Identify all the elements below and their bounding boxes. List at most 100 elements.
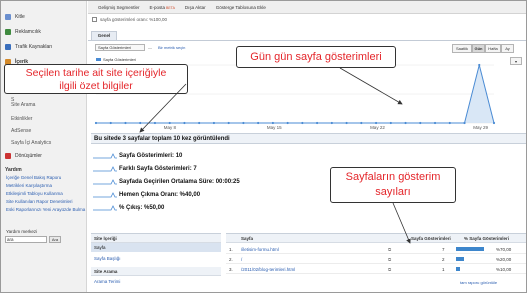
- metric-label: Hemen Çıkma Oranı: %40,00: [119, 192, 201, 198]
- chart-point[interactable]: [153, 121, 157, 125]
- add-to-dashboard-button[interactable]: Gösterge Tablosuna Ekle: [216, 5, 266, 10]
- chart-type-button[interactable]: ▾: [510, 57, 522, 65]
- external-link-icon[interactable]: ⧉: [388, 247, 391, 252]
- help-link[interactable]: Metrikleri Karşılaştırma: [6, 183, 52, 188]
- compare-metric-link[interactable]: Bir metrik seçin: [158, 45, 185, 50]
- chart-point[interactable]: [94, 121, 98, 125]
- sidebar-subitem-events[interactable]: Etkinlikler: [11, 116, 32, 122]
- chart-point[interactable]: [448, 121, 451, 125]
- site-content-row-page-title[interactable]: Sayfa Başlığı: [91, 254, 221, 263]
- sparkline-icon: [93, 153, 117, 159]
- traffic-icon: [5, 44, 11, 50]
- chart-point[interactable]: [404, 121, 407, 125]
- column-header-pageviews-pct[interactable]: % Sayfa Gösterimleri: [464, 236, 509, 241]
- pageviews-pct: %70,00: [496, 247, 512, 252]
- external-link-icon[interactable]: ⧉: [388, 267, 391, 272]
- sidebar-subitem-in-page-analytics[interactable]: Sayfa İçi Analytics: [11, 140, 51, 146]
- chart-point[interactable]: [433, 121, 437, 125]
- share-bar: [456, 247, 484, 251]
- chart-point[interactable]: [301, 121, 304, 125]
- chart-point[interactable]: [389, 121, 392, 125]
- chart-point[interactable]: [183, 121, 186, 125]
- column-header-page[interactable]: Sayfa: [241, 236, 253, 241]
- metric-row: Farklı Sayfa Gösterimleri: 7: [93, 164, 197, 174]
- chart-x-tick-label: May 29: [473, 125, 488, 130]
- sidebar-item-advertising[interactable]: Reklamcılık: [1, 26, 87, 38]
- chart-point[interactable]: [345, 121, 348, 125]
- page-link[interactable]: /: [241, 257, 242, 262]
- beta-badge: BETA: [166, 5, 175, 10]
- chart-point[interactable]: [360, 121, 363, 125]
- ads-icon: [5, 29, 11, 35]
- chart-point[interactable]: [168, 121, 171, 125]
- site-content-heading: Site İçeriği: [91, 234, 221, 243]
- share-bar: [456, 257, 464, 261]
- period-hourly-button[interactable]: Saatlik: [452, 44, 472, 53]
- chart-point[interactable]: [124, 121, 127, 125]
- site-search-row-term[interactable]: Arama Terimi: [91, 277, 221, 286]
- export-button[interactable]: Dışa Aktar: [185, 5, 206, 10]
- metric-select[interactable]: Sayfa Gösterimleri: [95, 44, 145, 51]
- chart-point[interactable]: [330, 121, 333, 125]
- period-day-button[interactable]: Gün: [472, 44, 485, 53]
- chart-point[interactable]: [419, 121, 422, 125]
- help-link[interactable]: Eski Raporlarınızı Yeni Arayüzde Bulma: [6, 207, 85, 212]
- chart-point[interactable]: [257, 121, 260, 125]
- site-content-row-page[interactable]: Sayfa: [91, 243, 221, 252]
- share-bar: [456, 267, 460, 271]
- email-button[interactable]: E-postaBETA: [150, 5, 175, 10]
- sidebar-subitem-site-search[interactable]: Site Arama: [11, 102, 35, 108]
- page-link[interactable]: /2011/02/blog-terimleri.html: [241, 267, 295, 272]
- sidebar-item-label: Dönüşümler: [15, 153, 42, 159]
- period-month-button[interactable]: Ay: [501, 44, 514, 53]
- sidebar-item-traffic-sources[interactable]: Trafik Kaynakları: [1, 41, 87, 53]
- chart-point[interactable]: [463, 121, 466, 125]
- help-link[interactable]: Etkileşimli Tabloyu Kullanma: [6, 191, 63, 196]
- advanced-segments-button[interactable]: Gelişmiş Segmentler: [98, 5, 140, 10]
- metric-label: % Çıkış: %50,00: [119, 205, 165, 211]
- annotation-page-views-line1: Sayfaların gösterim: [345, 171, 441, 183]
- pageviews-pct: %10,00: [496, 267, 512, 272]
- sidebar: Kitle Reklamcılık Trafik Kaynakları İçer…: [1, 1, 87, 292]
- pageviews-value: 7: [442, 247, 445, 252]
- metric-label: Sayfa Gösterimleri: 10: [119, 153, 183, 159]
- pageviews-pct: %20,00: [496, 257, 512, 262]
- sparkline-icon: [93, 192, 117, 198]
- site-search-heading: Site Arama: [91, 267, 221, 276]
- email-label: E-posta: [149, 4, 166, 10]
- chart-point[interactable]: [139, 121, 142, 125]
- sidebar-item-conversions[interactable]: Dönüşümler: [1, 150, 87, 162]
- chart-point[interactable]: [109, 121, 112, 125]
- period-week-button[interactable]: Hafta: [485, 44, 501, 53]
- help-search-button[interactable]: Ara: [49, 236, 61, 243]
- sidebar-item-label: Reklamcılık: [15, 29, 41, 35]
- chart-point[interactable]: [478, 63, 481, 67]
- chart-x-tick-label: May 8: [164, 125, 177, 130]
- chart-point[interactable]: [286, 121, 289, 125]
- help-search-input[interactable]: ara: [5, 236, 47, 243]
- checkbox-icon: [92, 17, 97, 22]
- help-link[interactable]: Site Kullanıları Rapor Denetimleri: [6, 199, 73, 204]
- sparkline-icon: [93, 166, 117, 172]
- view-full-report-link[interactable]: tam raporu görüntüle: [460, 280, 497, 285]
- chart-point[interactable]: [212, 121, 216, 125]
- chart-point[interactable]: [374, 121, 378, 125]
- tab-overview[interactable]: Genel Bakış: [91, 31, 117, 46]
- row-number: 2.: [229, 257, 233, 262]
- chart-point[interactable]: [271, 121, 274, 125]
- annotation-page-views-line2: sayıları: [375, 186, 411, 198]
- sidebar-subitem-adsense[interactable]: AdSense: [11, 128, 31, 134]
- pageviews-value: 1: [442, 267, 445, 272]
- chart-point[interactable]: [227, 121, 230, 125]
- sidebar-item-audience[interactable]: Kitle: [1, 11, 87, 23]
- chart-point[interactable]: [492, 121, 496, 125]
- metric-row: Sayfada Geçirilen Ortalama Süre: 00:00:2…: [93, 177, 240, 187]
- chart-point[interactable]: [198, 121, 201, 125]
- external-link-icon[interactable]: ⧉: [388, 257, 391, 262]
- help-center-label: Yardım merkezi: [6, 229, 38, 234]
- column-header-pageviews[interactable]: Sayfa Gösterimleri: [411, 236, 451, 241]
- page-link[interactable]: /iletisim-formu.html: [241, 247, 279, 252]
- chart-point[interactable]: [316, 121, 319, 125]
- chart-point[interactable]: [242, 121, 245, 125]
- help-link[interactable]: İçeriğe Genel Bakış Raporu: [6, 175, 61, 180]
